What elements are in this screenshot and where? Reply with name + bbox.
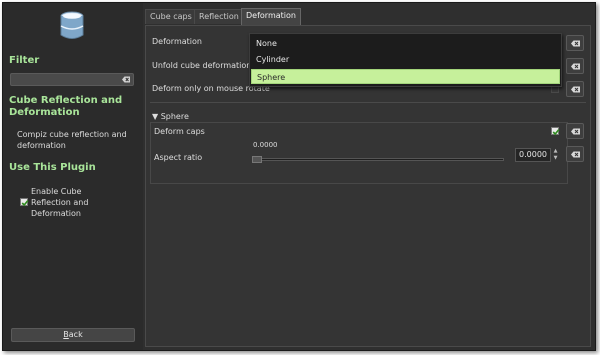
enable-plugin-label: Enable Cube Reflection and Deformation [31, 187, 89, 218]
plugin-description: Compiz cube reflection and deformation [17, 130, 127, 150]
sidebar: Filter Cube Reflection and Deformation C… [3, 3, 143, 350]
option-cylinder[interactable]: Cylinder [251, 52, 560, 67]
clear-icon [571, 86, 580, 93]
ccsm-window: Filter Cube Reflection and Deformation C… [2, 2, 596, 351]
spin-down-icon[interactable]: ▼ [551, 155, 560, 162]
back-label: ack [68, 330, 83, 339]
clear-icon [571, 63, 580, 70]
expander-arrow-icon: ▼ [152, 112, 159, 121]
option-sphere[interactable]: Sphere [251, 69, 560, 84]
tab-cube-caps[interactable]: Cube caps [145, 9, 197, 24]
reset-mouse-rotate-button[interactable] [566, 81, 584, 97]
filter-heading: Filter [9, 55, 40, 66]
deformation-dropdown-menu: None Cylinder Sphere [249, 33, 562, 87]
clear-icon [571, 128, 580, 135]
clear-icon [571, 151, 580, 158]
sphere-section-label: Sphere [160, 112, 189, 121]
clear-filter-icon[interactable] [122, 76, 130, 83]
sphere-section [150, 122, 568, 184]
deform-caps-checkbox[interactable] [551, 127, 560, 136]
aspect-ratio-value-label: 0.0000 [253, 141, 278, 149]
plugin-title: Cube Reflection and Deformation [9, 95, 123, 118]
reset-deform-caps-button[interactable] [566, 123, 584, 139]
aspect-ratio-label: Aspect ratio [154, 153, 203, 162]
tab-reflection[interactable]: Reflection [194, 9, 244, 24]
main-area: Cube caps Reflection Deformation Deforma… [145, 7, 591, 347]
back-button[interactable]: Back [11, 328, 135, 342]
aspect-ratio-spinbox[interactable]: 0.0000 [515, 148, 551, 162]
reset-aspect-ratio-button[interactable] [566, 146, 584, 162]
sphere-section-toggle[interactable]: ▼ Sphere [152, 112, 189, 121]
separator [150, 102, 586, 103]
deform-caps-label: Deform caps [154, 127, 205, 136]
tab-deformation[interactable]: Deformation [241, 8, 301, 25]
aspect-ratio-slider-thumb[interactable] [252, 156, 262, 163]
reset-unfold-button[interactable] [566, 58, 584, 74]
checkmark-icon [21, 200, 29, 207]
filter-input[interactable] [10, 73, 134, 86]
cube-plugin-icon [60, 11, 84, 39]
spin-up-icon[interactable]: ▲ [551, 148, 560, 155]
unfold-label: Unfold cube deformation [152, 61, 252, 70]
enable-plugin-toggle[interactable]: Enable Cube Reflection and Deformation [20, 186, 140, 220]
spin-arrows[interactable]: ▲ ▼ [551, 148, 560, 162]
use-plugin-heading: Use This Plugin [9, 162, 96, 173]
deformation-label: Deformation [152, 37, 202, 46]
enable-plugin-checkbox[interactable] [20, 198, 29, 207]
clear-icon [571, 40, 580, 47]
reset-deformation-button[interactable] [566, 35, 584, 51]
checkmark-icon [552, 129, 560, 136]
option-none[interactable]: None [251, 36, 560, 51]
aspect-ratio-slider[interactable] [252, 158, 504, 161]
